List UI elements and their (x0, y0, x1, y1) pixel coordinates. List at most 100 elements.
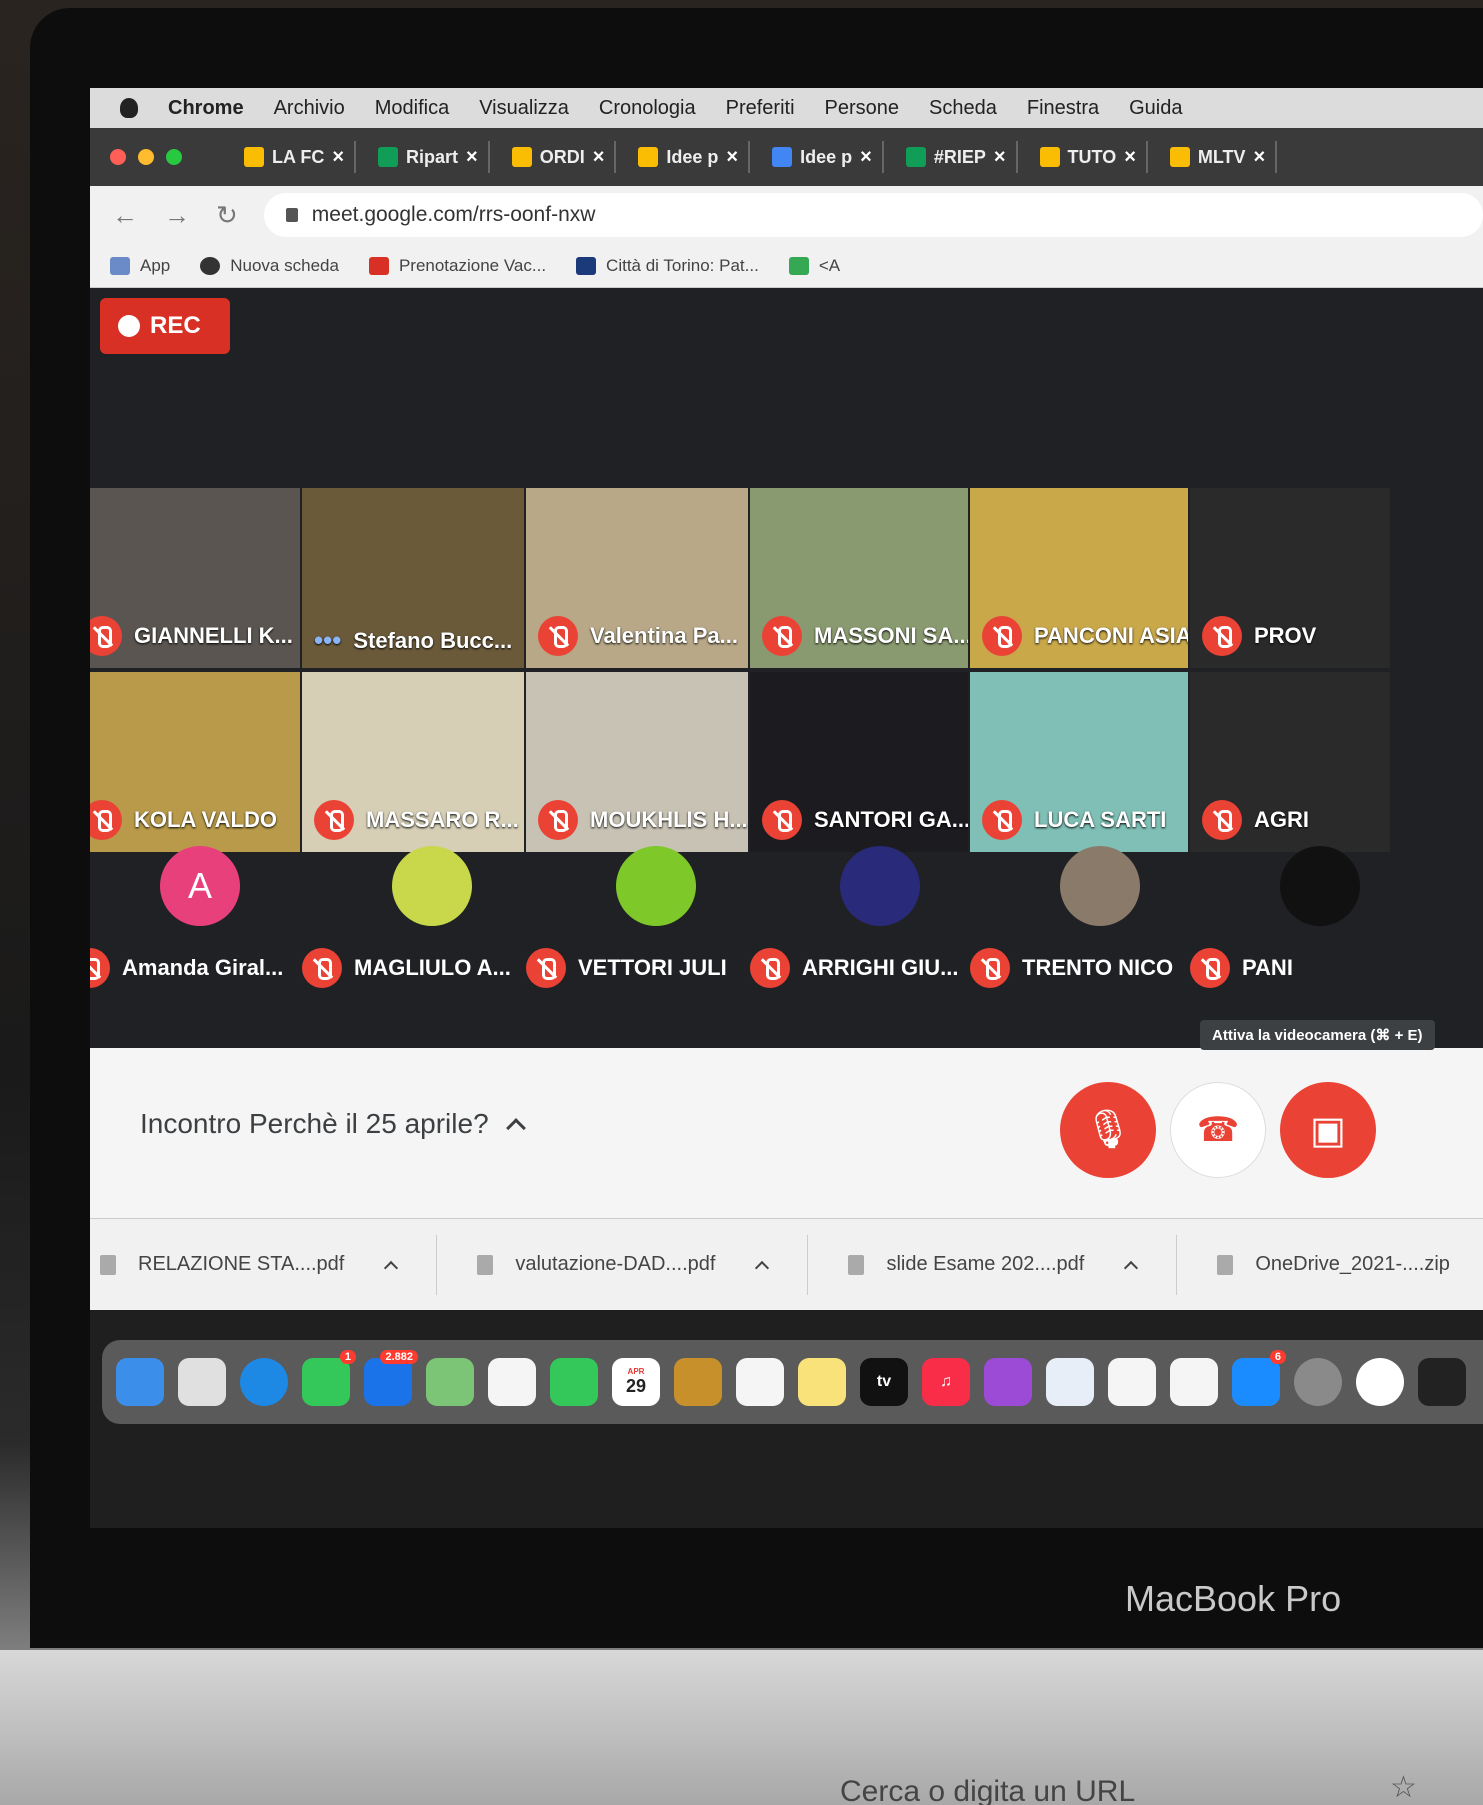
pages-icon[interactable] (1170, 1358, 1218, 1406)
browser-tab[interactable]: ORDI × (502, 141, 617, 173)
camera-button[interactable]: ▣ (1280, 1082, 1376, 1178)
participant-tile[interactable]: PANI (1190, 828, 1440, 1008)
app-store-icon[interactable]: 6 (1232, 1350, 1286, 1406)
podcasts-icon[interactable] (984, 1358, 1032, 1406)
menu-chrome[interactable]: Chrome (168, 97, 244, 120)
browser-tab[interactable]: TUTO × (1030, 141, 1148, 173)
menu-cronologia[interactable]: Cronologia (599, 97, 696, 120)
browser-tab[interactable]: #RIEP × (896, 141, 1018, 173)
download-item[interactable]: OneDrive_2021-....zip (1177, 1235, 1483, 1295)
participant-tile[interactable]: SANTORI GA... (750, 672, 968, 852)
participant-tile[interactable]: MAGLIULO A... (302, 828, 552, 1008)
photos-icon[interactable] (488, 1358, 536, 1406)
browser-tab[interactable]: Ripart × (368, 141, 490, 173)
bookmark-prenotazione[interactable]: Prenotazione Vac... (368, 256, 546, 276)
notes-icon[interactable] (798, 1358, 846, 1406)
drive-icon (511, 147, 532, 167)
download-item[interactable]: valutazione-DAD....pdf (437, 1234, 809, 1295)
participant-tile[interactable]: TRENTO NICO (970, 828, 1220, 1008)
keynote-icon[interactable] (1046, 1358, 1094, 1406)
close-tab-icon[interactable]: × (466, 146, 478, 169)
participant-tile[interactable]: LUCA SARTI (970, 672, 1188, 852)
mic-off-icon (1190, 948, 1230, 988)
url-field[interactable]: meet.google.com/rrs-oonf-nxw (263, 193, 1483, 237)
participant-label: MASSONI SA... (762, 616, 968, 656)
close-tab-icon[interactable]: × (726, 146, 738, 169)
camera-off-icon: ▣ (1310, 1109, 1346, 1152)
close-tab-icon[interactable]: × (593, 146, 605, 169)
participant-tile[interactable]: MASSARO R... (302, 672, 524, 852)
bookmark-citta-torino[interactable]: Città di Torino: Pat... (576, 256, 759, 276)
participant-tile[interactable]: MOUKHLIS H... (526, 672, 748, 852)
minimize-window-button[interactable] (138, 149, 154, 165)
chevron-up-icon[interactable] (755, 1260, 770, 1275)
mail-icon[interactable]: 2.882 (364, 1350, 418, 1406)
participant-tile[interactable]: AGRI (1190, 672, 1390, 852)
close-tab-icon[interactable]: × (332, 146, 344, 169)
close-window-button[interactable] (110, 149, 126, 165)
forward-icon[interactable]: → (164, 200, 190, 231)
menu-persone[interactable]: Persone (825, 97, 900, 120)
microphone-button[interactable]: 🎙 (1060, 1082, 1156, 1178)
reminders-icon[interactable] (736, 1358, 784, 1406)
participant-tile[interactable]: PANCONI ASIA (970, 488, 1188, 668)
music-icon[interactable]: ♫ (922, 1358, 970, 1406)
participant-tile[interactable]: VETTORI JULI (526, 828, 776, 1008)
browser-tab[interactable]: Idee p × (762, 141, 884, 173)
touchbar-search[interactable]: Cerca o digita un URL (840, 1775, 1135, 1805)
chevron-up-icon[interactable] (1124, 1260, 1139, 1275)
contacts-icon[interactable] (674, 1358, 722, 1406)
reload-icon[interactable]: ↻ (216, 200, 238, 231)
participant-tile[interactable]: MASSONI SA... (750, 488, 968, 668)
browser-tab[interactable]: Idee p × (628, 141, 751, 173)
bookmark-new-tab[interactable]: Nuova scheda (200, 256, 339, 276)
finder-icon[interactable] (116, 1358, 164, 1406)
close-tab-icon[interactable]: × (1124, 146, 1136, 169)
numbers-icon[interactable] (1108, 1358, 1156, 1406)
browser-tab[interactable]: MLTV × (1160, 141, 1278, 173)
close-tab-icon[interactable]: × (994, 146, 1006, 169)
system-preferences-icon[interactable] (1294, 1358, 1342, 1406)
bookmark-star-icon[interactable]: ☆ (1390, 1770, 1417, 1805)
maps-icon[interactable] (426, 1358, 474, 1406)
participant-tile[interactable]: ARRIGHI GIU... (750, 828, 1000, 1008)
participant-tile[interactable]: A Amanda Giral... (90, 828, 320, 1008)
laptop-screen: Chrome Archivio Modifica Visualizza Cron… (90, 88, 1483, 1528)
participant-tile[interactable]: KOLA VALDO (90, 672, 300, 852)
chrome-icon[interactable] (1356, 1358, 1404, 1406)
back-icon[interactable]: ← (112, 200, 138, 231)
download-item[interactable]: slide Esame 202....pdf (808, 1234, 1178, 1295)
menu-scheda[interactable]: Scheda (929, 97, 997, 120)
browser-tab[interactable]: LA FC × (234, 141, 357, 173)
menu-visualizza[interactable]: Visualizza (479, 97, 569, 120)
chevron-up-icon[interactable] (384, 1260, 399, 1275)
menu-modifica[interactable]: Modifica (375, 97, 449, 120)
activity-monitor-icon[interactable] (1418, 1358, 1466, 1406)
menu-guida[interactable]: Guida (1129, 97, 1182, 120)
leave-call-button[interactable]: ☎ (1170, 1082, 1266, 1178)
apple-icon[interactable] (120, 98, 138, 118)
participant-tile[interactable]: Valentina Pa... (526, 488, 748, 668)
meet-favicon-icon (788, 256, 809, 275)
bookmark-a[interactable]: <A (788, 256, 840, 276)
menu-archivio[interactable]: Archivio (274, 97, 345, 120)
menu-finestra[interactable]: Finestra (1027, 97, 1099, 120)
messages-icon[interactable]: 1 (302, 1350, 356, 1406)
launchpad-icon[interactable] (178, 1358, 226, 1406)
close-tab-icon[interactable]: × (1254, 146, 1266, 169)
calendar-icon[interactable]: APR 29 (612, 1358, 660, 1406)
close-tab-icon[interactable]: × (860, 146, 872, 169)
bookmark-apps[interactable]: App (110, 256, 170, 276)
facetime-icon[interactable] (550, 1358, 598, 1406)
menu-preferiti[interactable]: Preferiti (726, 97, 795, 120)
participant-tile[interactable]: GIANNELLI K... (90, 488, 300, 668)
apple-tv-icon[interactable]: tv (860, 1358, 908, 1406)
meeting-details[interactable]: Incontro Perchè il 25 aprile? (140, 1108, 526, 1140)
participant-tile[interactable]: PROV (1190, 488, 1390, 668)
safari-icon[interactable] (240, 1358, 288, 1406)
more-options-icon[interactable]: ••• (314, 625, 341, 656)
zoom-window-button[interactable] (166, 149, 182, 165)
participant-tile[interactable]: ••• Stefano Bucc... (302, 488, 524, 668)
participant-label: TRENTO NICO (970, 948, 1173, 988)
download-item[interactable]: RELAZIONE STA....pdf (90, 1234, 438, 1295)
